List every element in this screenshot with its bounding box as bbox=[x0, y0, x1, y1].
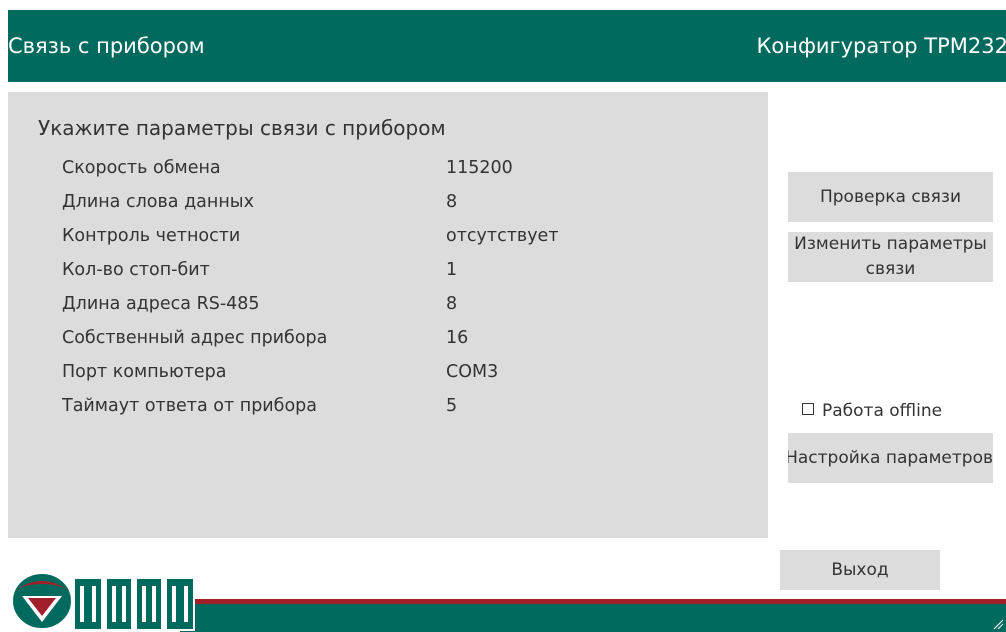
param-row-speed: Скорость обмена 115200 bbox=[62, 158, 742, 188]
footer-green-bar bbox=[180, 604, 1006, 632]
footer-divider bbox=[180, 597, 1006, 599]
exit-button[interactable]: Выход bbox=[780, 550, 940, 590]
page-title: Связь с прибором bbox=[8, 34, 205, 58]
param-label: Длина адреса RS-485 bbox=[62, 294, 260, 314]
param-label: Собственный адрес прибора bbox=[62, 328, 328, 348]
param-value: отсутствует bbox=[446, 226, 559, 246]
settings-params-label: Настройка параметров bbox=[788, 448, 993, 468]
param-row-address-length: Длина адреса RS-485 8 bbox=[62, 294, 742, 324]
offline-checkbox[interactable]: Работа offline bbox=[802, 401, 942, 421]
param-label: Порт компьютера bbox=[62, 362, 227, 382]
top-cropped-strip bbox=[0, 0, 1006, 10]
param-value: 8 bbox=[446, 192, 458, 212]
param-label: Контроль четности bbox=[62, 226, 241, 246]
param-value: COM3 bbox=[446, 362, 499, 382]
connection-params-panel: Укажите параметры связи с прибором Скоро… bbox=[8, 92, 768, 538]
param-value: 1 bbox=[446, 260, 458, 280]
change-params-label-line1: Изменить параметры bbox=[794, 234, 987, 254]
param-label: Таймаут ответа от прибора bbox=[62, 396, 318, 416]
param-label: Кол-во стоп-бит bbox=[62, 260, 210, 280]
param-row-data-bits: Длина слова данных 8 bbox=[62, 192, 742, 222]
checkbox-icon[interactable] bbox=[802, 403, 814, 415]
header-bar: Связь с прибором Конфигуратор ТРМ232 bbox=[8, 10, 1006, 82]
param-row-device-address: Собственный адрес прибора 16 bbox=[62, 328, 742, 358]
param-label: Скорость обмена bbox=[62, 158, 221, 178]
param-value: 16 bbox=[446, 328, 469, 348]
param-row-parity: Контроль четности отсутствует bbox=[62, 226, 742, 256]
param-value: 5 bbox=[446, 396, 458, 416]
panel-heading: Укажите параметры связи с прибором bbox=[38, 116, 446, 140]
param-label: Длина слова данных bbox=[62, 192, 254, 212]
param-value: 115200 bbox=[446, 158, 513, 178]
param-row-timeout: Таймаут ответа от прибора 5 bbox=[62, 396, 742, 426]
param-row-stop-bits: Кол-во стоп-бит 1 bbox=[62, 260, 742, 290]
change-params-label-line2: связи bbox=[865, 259, 916, 279]
oven-logo bbox=[11, 572, 195, 631]
offline-label: Работа offline bbox=[822, 401, 943, 421]
param-row-com-port: Порт компьютера COM3 bbox=[62, 362, 742, 392]
app-name: Конфигуратор ТРМ232 bbox=[756, 34, 1006, 58]
change-params-button[interactable]: Изменить параметры связи bbox=[788, 232, 993, 282]
param-value: 8 bbox=[446, 294, 458, 314]
resize-grip-icon[interactable] bbox=[992, 618, 1004, 630]
settings-params-button[interactable]: Настройка параметров bbox=[788, 433, 993, 483]
check-connection-button[interactable]: Проверка связи bbox=[788, 172, 993, 222]
